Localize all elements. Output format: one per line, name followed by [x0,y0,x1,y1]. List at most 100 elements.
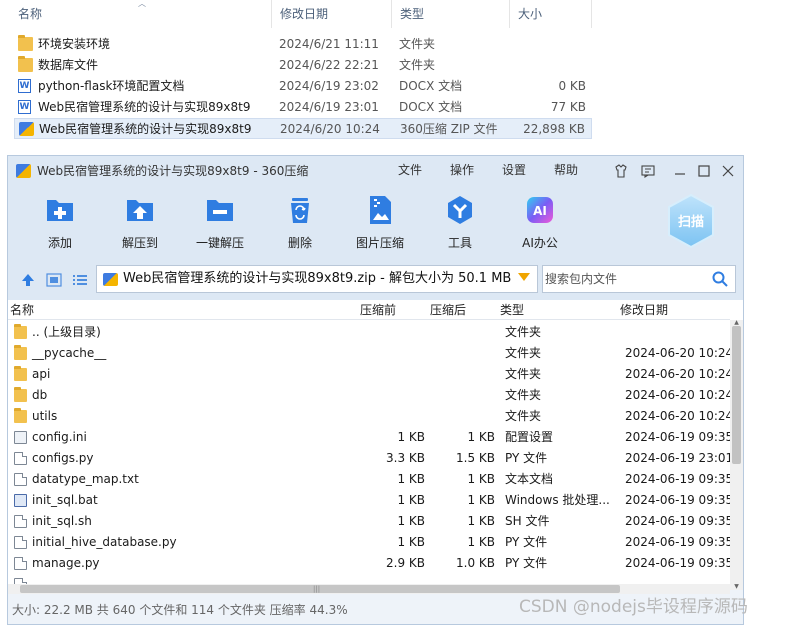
file-type: 文件夹 [399,58,436,72]
explorer-file-list: 环境安装环境 2024/6/21 11:11 文件夹 数据库文件 2024/6/… [14,34,592,139]
column-type[interactable]: 类型 [500,300,524,320]
file-icon [14,536,27,549]
list-item[interactable]: db 文件夹 2024-06-20 10:24 [8,385,730,406]
column-size[interactable]: 大小 [510,0,592,28]
list-item[interactable]: utils 文件夹 2024-06-20 10:24 [8,406,730,427]
file-modified: 2024-06-20 10:24 [625,409,730,423]
vertical-scrollbar[interactable]: ▲ ▼ [730,320,743,590]
file-name: configs.py [32,451,94,465]
file-icon [14,473,27,486]
file-type: 文件夹 [399,37,436,51]
column-modified[interactable]: 修改日期 [620,300,668,320]
file-name: Web民宿管理系统的设计与实现89x8t9 [38,100,251,114]
column-name[interactable]: 名称 [0,0,272,28]
file-type: PY 文件 [505,451,548,465]
list-item[interactable]: init_sql.bat 1 KB 1 KB Windows 批处理... 2024-0… [8,490,730,511]
file-type: 文件夹 [505,325,542,339]
file-name: api [32,367,51,381]
file-date: 2024/6/22 22:21 [279,58,379,72]
file-type: PY 文件 [505,556,548,570]
image-compress-icon [364,194,396,226]
menu-file[interactable]: 文件 [398,156,422,184]
list-item[interactable] [8,574,730,584]
file-name: manage.py [32,556,100,570]
one-click-extract-button[interactable]: 一键解压 [185,194,255,254]
close-icon[interactable] [720,163,736,179]
list-item[interactable]: datatype_map.txt 1 KB 1 KB 文本文档 2024-06-19 0… [8,469,730,490]
file-type: SH 文件 [505,514,550,528]
file-name: initial_hive_database.py [32,535,177,549]
chevron-down-icon[interactable] [517,270,531,288]
archive-path-field[interactable]: Web民宿管理系统的设计与实现89x8t9.zip - 解包大小为 50.1 M… [96,265,538,293]
feedback-icon[interactable] [640,163,656,179]
file-type: 360压缩 ZIP 文件 [400,122,498,136]
tools-button[interactable]: 工具 [425,194,495,254]
ai-office-button[interactable]: AI AI办公 [505,194,575,254]
list-item[interactable]: initial_hive_database.py 1 KB 1 KB PY 文件 202… [8,532,730,553]
list-item[interactable]: api 文件夹 2024-06-20 10:24 [8,364,730,385]
add-button[interactable]: 添加 [25,194,95,254]
detail-view-icon[interactable] [46,273,62,287]
search-icon[interactable] [711,270,729,288]
word-doc-icon: W [18,100,31,114]
search-input[interactable] [545,270,705,288]
size-before: 1 KB [397,430,425,444]
maximize-icon[interactable] [696,163,712,179]
one-click-extract-icon [204,194,236,226]
explorer-row-selected[interactable]: Web民宿管理系统的设计与实现89x8t9 2024/6/20 10:24 36… [14,118,592,139]
file-type: 文件夹 [505,388,542,402]
list-view-icon[interactable] [72,273,88,287]
file-name: db [32,388,48,402]
up-arrow-icon[interactable] [20,273,36,287]
minimize-icon[interactable] [672,163,688,179]
archive-path: Web民宿管理系统的设计与实现89x8t9.zip - 解包大小为 50.1 M… [123,271,512,286]
scan-button[interactable]: 扫描 [663,192,719,250]
address-bar: Web民宿管理系统的设计与实现89x8t9.zip - 解包大小为 50.1 M… [8,260,743,300]
list-item[interactable]: .. (上级目录) 文件夹 [8,322,730,343]
file-modified: 2024-06-19 09:35 [625,535,730,549]
file-size: 0 KB [558,79,586,93]
column-type[interactable]: 类型 [392,0,510,28]
explorer-row[interactable]: W python-flask环境配置文档 2024/6/19 23:02 DOC… [14,76,592,97]
column-modified[interactable]: 修改日期 [272,0,392,28]
file-icon [14,452,27,465]
list-item[interactable]: init_sql.sh 1 KB 1 KB SH 文件 2024-06-19 09:35 [8,511,730,532]
file-modified: 2024-06-19 09:35 [625,514,730,528]
delete-icon [284,194,316,226]
explorer-row[interactable]: 环境安装环境 2024/6/21 11:11 文件夹 [14,34,592,55]
column-size-after[interactable]: 压缩后 [430,300,466,320]
window-titlebar[interactable]: Web民宿管理系统的设计与实现89x8t9 - 360压缩 文件 操作 设置 帮… [8,156,743,186]
menu-help[interactable]: 帮助 [554,156,578,184]
file-modified: 2024-06-19 09:35 [625,493,730,507]
extract-to-icon [124,194,156,226]
file-modified: 2024-06-20 10:24 [625,346,730,360]
file-name: 数据库文件 [38,58,99,72]
image-compress-button[interactable]: 图片压缩 [345,194,415,254]
column-size-before[interactable]: 压缩前 [360,300,396,320]
delete-button[interactable]: 删除 [265,194,335,254]
file-type: 配置设置 [505,430,554,444]
scrollbar-thumb[interactable] [732,326,741,464]
extract-to-button[interactable]: 解压到 [105,194,175,254]
file-name: Web民宿管理系统的设计与实现89x8t9 [39,122,252,136]
file-date: 2024/6/19 23:02 [279,79,379,93]
size-before: 1 KB [397,535,425,549]
list-item[interactable]: config.ini 1 KB 1 KB 配置设置 2024-06-19 09:35 [8,427,730,448]
list-column-header: 名称 压缩前 压缩后 类型 修改日期 [8,300,730,320]
explorer-row[interactable]: 数据库文件 2024/6/22 22:21 文件夹 [14,55,592,76]
archive-file-list: 名称 压缩前 压缩后 类型 修改日期 .. (上级目录) 文件夹 __pycache… [8,300,743,594]
menu-operations[interactable]: 操作 [450,156,474,184]
list-item[interactable]: __pycache__ 文件夹 2024-06-20 10:24 [8,343,730,364]
column-name[interactable]: 名称 [10,300,34,320]
skin-icon[interactable] [613,163,629,179]
file-modified: 2024-06-19 09:35 [625,556,730,570]
folder-icon [14,324,27,339]
explorer-row[interactable]: W Web民宿管理系统的设计与实现89x8t9 2024/6/19 23:01 … [14,97,592,118]
file-name: init_sql.bat [32,493,98,507]
list-item[interactable]: configs.py 3.3 KB 1.5 KB PY 文件 2024-06-19 23… [8,448,730,469]
size-after: 1 KB [467,472,495,486]
size-after: 1 KB [467,493,495,507]
file-icon [14,515,27,528]
list-item[interactable]: manage.py 2.9 KB 1.0 KB PY 文件 2024-06-19 09:… [8,553,730,574]
menu-settings[interactable]: 设置 [502,156,526,184]
